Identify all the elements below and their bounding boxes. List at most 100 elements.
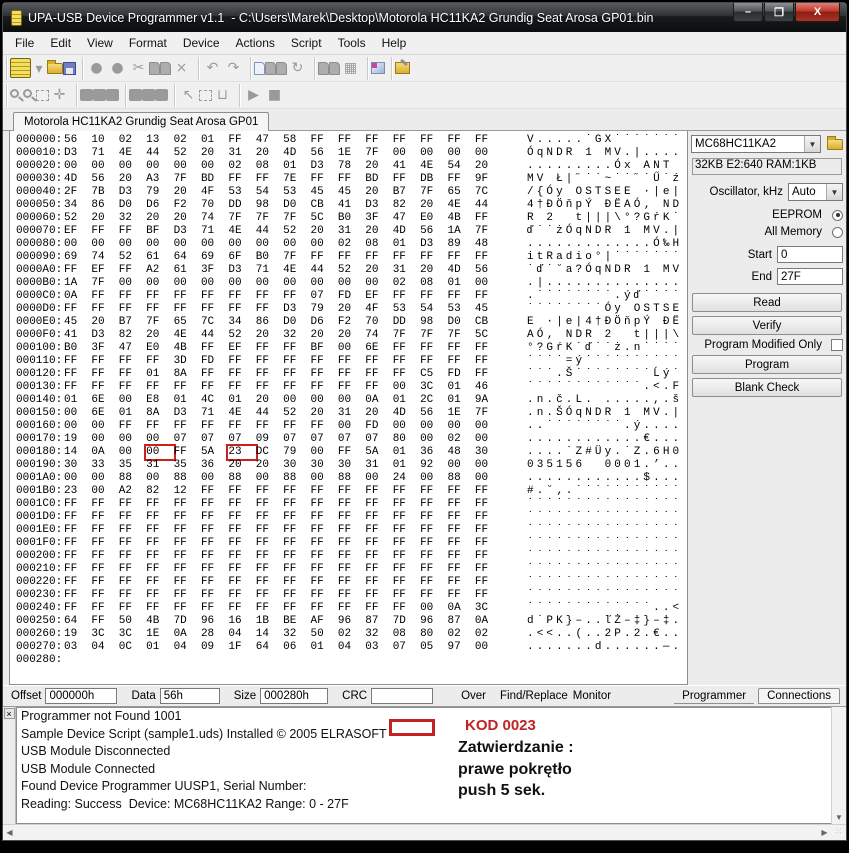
hex-ascii[interactable]: ˙˙˙.Š˙˙˙˙˙˙˙˙Ĺý˙ [527, 368, 682, 381]
hex-byte[interactable]: FF [91, 368, 118, 381]
doc-gray-icon[interactable] [265, 61, 276, 75]
hex-byte[interactable]: FF [338, 524, 365, 537]
hex-byte[interactable]: 03 [365, 641, 392, 654]
hex-byte[interactable]: 07 [393, 641, 420, 654]
hex-byte[interactable]: FF [338, 251, 365, 264]
hex-byte[interactable]: FF [365, 537, 392, 550]
device-file-icon[interactable] [827, 135, 843, 150]
hex-byte[interactable]: 00 [91, 238, 118, 251]
hex-byte[interactable]: FF [119, 576, 146, 589]
hex-byte[interactable]: 00 [420, 147, 447, 160]
hex-byte[interactable]: 54 [420, 303, 447, 316]
block4-icon[interactable] [129, 89, 142, 101]
hex-byte[interactable]: 02 [475, 628, 502, 641]
hex-byte[interactable]: 7F [146, 316, 173, 329]
hex-byte[interactable]: FF [228, 368, 255, 381]
hex-byte[interactable]: FF [256, 485, 283, 498]
hex-byte[interactable]: FF [311, 550, 338, 563]
hex-byte[interactable]: 30 [64, 459, 91, 472]
hex-byte[interactable]: FF [311, 537, 338, 550]
hex-byte[interactable]: 45 [311, 186, 338, 199]
hex-byte[interactable]: FF [420, 563, 447, 576]
hex-byte[interactable]: 01 [393, 446, 420, 459]
hex-byte[interactable]: FF [365, 381, 392, 394]
hex-byte[interactable]: 20 [256, 329, 283, 342]
hex-byte[interactable]: FF [283, 368, 310, 381]
hex-ascii[interactable]: ď˙˙żÓqNDR 1 MV.| [527, 225, 682, 238]
hex-byte[interactable]: 0A [365, 394, 392, 407]
hex-byte[interactable]: B0 [338, 212, 365, 225]
hex-byte[interactable]: DD [393, 316, 420, 329]
hex-byte[interactable]: 1A [447, 225, 474, 238]
hex-byte[interactable]: FF [91, 615, 118, 628]
hex-byte[interactable]: FF [201, 420, 228, 433]
hex-byte[interactable]: 89 [447, 238, 474, 251]
hex-byte[interactable]: 56 [420, 225, 447, 238]
hex-byte[interactable]: 20 [365, 160, 392, 173]
hex-byte[interactable]: 01 [447, 381, 474, 394]
hex-byte[interactable]: FF [256, 381, 283, 394]
hex-byte[interactable]: 00 [447, 459, 474, 472]
hex-byte[interactable]: 8A [146, 407, 173, 420]
hex-byte[interactable]: 48 [475, 238, 502, 251]
hex-byte[interactable]: 00 [119, 433, 146, 446]
hex-byte[interactable]: FF [311, 134, 338, 147]
hex-byte[interactable]: A3 [146, 173, 173, 186]
hex-byte[interactable]: 02 [119, 134, 146, 147]
hex-byte[interactable]: 00 [420, 472, 447, 485]
hex-byte[interactable]: 88 [447, 472, 474, 485]
hex-byte[interactable]: 00 [475, 420, 502, 433]
hex-byte[interactable]: FF [393, 589, 420, 602]
hex-byte[interactable]: 36 [201, 459, 228, 472]
hex-byte[interactable]: 6F [228, 251, 255, 264]
hex-byte[interactable]: 7F [256, 212, 283, 225]
hex-byte[interactable]: 44 [146, 147, 173, 160]
hex-byte[interactable]: 00 [146, 238, 173, 251]
hex-byte[interactable]: 32 [283, 628, 310, 641]
scroll-left-icon[interactable]: ◀ [3, 826, 16, 839]
hex-byte[interactable]: FF [420, 537, 447, 550]
hex-byte[interactable]: 20 [228, 459, 255, 472]
hex-byte[interactable]: 05 [420, 641, 447, 654]
hex-byte[interactable]: FF [311, 485, 338, 498]
hex-byte[interactable]: 2C [420, 394, 447, 407]
hex-ascii[interactable]: ˙˙˙˙˙˙˙˙˙˙˙˙˙˙˙˙ [527, 563, 682, 576]
hex-byte[interactable]: FF [119, 290, 146, 303]
hex-byte[interactable]: 87 [365, 615, 392, 628]
hex-byte[interactable]: FF [201, 576, 228, 589]
select-region-icon[interactable] [36, 89, 49, 101]
hex-ascii[interactable]: .˙˙˙˙˙˙˙˙.ýď˙˙˙˙ [527, 290, 682, 303]
hex-byte[interactable]: 86 [91, 199, 118, 212]
hex-byte[interactable]: 00 [475, 641, 502, 654]
new-doc-icon[interactable] [254, 61, 265, 75]
hex-byte[interactable]: 00 [311, 394, 338, 407]
hex-byte[interactable]: 19 [64, 433, 91, 446]
hex-byte[interactable]: 79 [311, 303, 338, 316]
hex-byte[interactable]: FF [64, 563, 91, 576]
hex-byte[interactable]: 44 [475, 199, 502, 212]
hex-byte[interactable]: FF [283, 550, 310, 563]
hex-byte[interactable]: 87 [447, 615, 474, 628]
hex-byte[interactable]: 78 [338, 160, 365, 173]
hex-byte[interactable]: FF [420, 290, 447, 303]
hex-byte[interactable]: 00 [283, 394, 310, 407]
hex-byte[interactable]: 3F [365, 212, 392, 225]
hex-ascii[interactable]: .|.............. [527, 277, 682, 290]
hex-byte[interactable]: FF [146, 576, 173, 589]
hex-byte[interactable]: FF [119, 303, 146, 316]
hex-byte[interactable]: 52 [119, 251, 146, 264]
hex-byte[interactable]: 00 [64, 472, 91, 485]
hex-byte[interactable]: 00 [119, 238, 146, 251]
hex-byte[interactable]: FF [365, 355, 392, 368]
hex-byte[interactable]: FF [283, 576, 310, 589]
hex-byte[interactable]: 00 [174, 238, 201, 251]
hex-byte[interactable]: FF [256, 524, 283, 537]
hex-byte[interactable]: FF [420, 576, 447, 589]
cut-icon[interactable]: ✂ [128, 58, 149, 78]
grid-icon[interactable]: ▦ [340, 58, 361, 78]
hex-byte[interactable]: FF [201, 589, 228, 602]
hex-byte[interactable]: D3 [91, 329, 118, 342]
hex-byte[interactable]: FF [256, 355, 283, 368]
hex-byte[interactable]: 20 [256, 459, 283, 472]
hex-byte[interactable]: FF [228, 290, 255, 303]
